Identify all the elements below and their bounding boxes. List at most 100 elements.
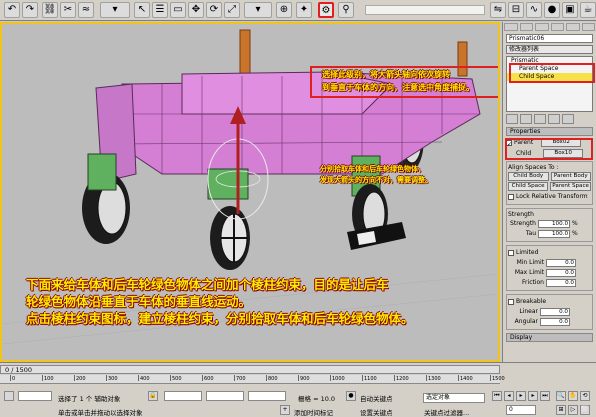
x-coordinate-field[interactable] — [164, 391, 202, 401]
track-bar[interactable]: 0 100 200 300 400 500 600 700 800 900 1000 1100 1200… — [0, 375, 505, 384]
filter-icon: ▾ — [112, 4, 118, 15]
next-frame-icon[interactable]: ▸ — [528, 391, 538, 401]
parent-child-highlight — [505, 138, 593, 160]
strength-spinner[interactable]: 100.0 — [538, 219, 570, 228]
tab-hierarchy[interactable] — [535, 23, 549, 31]
curve-editor-button[interactable]: ∿ — [526, 2, 542, 18]
main-line-2: 轮绿色物体沿垂直于车体的垂直线运动。 — [26, 294, 252, 309]
undo-icon: ↶ — [7, 4, 17, 15]
reference-coord-dropdown[interactable]: ▾ — [244, 2, 272, 18]
scale-icon: ⤢ — [228, 4, 236, 15]
child-body-button[interactable]: Child Body — [508, 172, 549, 181]
tab-utilities[interactable] — [581, 23, 595, 31]
bind-space-warp-button[interactable]: ≈ — [78, 2, 94, 18]
go-to-start-icon[interactable]: ⏮ — [492, 391, 502, 401]
add-time-tag-icon[interactable]: + — [280, 405, 290, 415]
manipulate-button[interactable]: ✦ — [296, 2, 312, 18]
show-end-result-button[interactable] — [520, 114, 532, 124]
track-bar-tick — [362, 375, 363, 381]
lock-relative-row: Lock Relative Transform — [508, 192, 591, 201]
current-frame-field[interactable]: 0 — [506, 405, 536, 415]
make-unique-button[interactable] — [534, 114, 546, 124]
maxscript-listener-button[interactable] — [4, 391, 14, 401]
child-space-button[interactable]: Child Space — [508, 182, 549, 191]
select-rotate-button[interactable]: ⟳ — [206, 2, 222, 18]
lock-relative-checkbox[interactable] — [508, 193, 514, 200]
maxscript-mini-listener[interactable] — [18, 391, 52, 401]
pan-icon[interactable]: ✋ — [568, 391, 578, 401]
maximize-viewport-icon[interactable]: ⬜ — [580, 405, 590, 415]
orbit-icon[interactable]: ⟲ — [580, 391, 590, 401]
zoom-icon[interactable]: 🔍 — [556, 391, 566, 401]
go-to-end-icon[interactable]: ⏭ — [540, 391, 550, 401]
note-mid-line-1: 分别拾取车体和后车轮绿色物体， — [320, 165, 425, 173]
set-key-button[interactable]: 设置关键点 — [360, 407, 393, 417]
track-bar-tick — [138, 375, 139, 381]
instruction-note-top: 选择此级别，将大箭头轴向依次旋转 到垂直于车体的方向，注意选中角度捕捉。 — [322, 68, 497, 94]
remove-modifier-button[interactable] — [548, 114, 560, 124]
material-editor-button[interactable]: ● — [544, 2, 560, 18]
modifier-stack[interactable]: Prismatic Parent Space Child Space — [506, 56, 595, 112]
pivot-button[interactable]: ⊕ — [276, 2, 292, 18]
y-coordinate-field[interactable] — [206, 391, 244, 401]
limited-checkbox[interactable] — [508, 249, 514, 256]
field-of-view-icon[interactable]: ▷ — [568, 405, 578, 415]
key-mode-dropdown[interactable]: 选定对象 — [423, 393, 485, 403]
time-slider[interactable]: 0 / 1500 — [0, 365, 500, 374]
z-coordinate-field[interactable] — [248, 391, 286, 401]
quick-render-button[interactable]: ☕ — [580, 2, 596, 18]
tab-modify[interactable] — [519, 23, 533, 31]
align-row-2: Child Space Parent Space — [508, 182, 591, 191]
selection-filter-dropdown[interactable]: ▾ — [100, 2, 130, 18]
tab-motion[interactable] — [550, 23, 564, 31]
lock-selection-icon[interactable]: 🔒 — [148, 391, 158, 401]
hinge-constraint-button[interactable]: ⚲ — [338, 2, 354, 18]
select-by-name-button[interactable]: ☰ — [152, 2, 168, 18]
tau-spinner[interactable]: 100.0 — [538, 229, 570, 238]
render-setup-button[interactable]: ▣ — [562, 2, 578, 18]
prismatic-constraint-button[interactable]: ⚙ — [318, 2, 334, 18]
parent-space-button[interactable]: Parent Space — [550, 182, 591, 191]
modifier-list-dropdown[interactable]: 修改器列表 — [506, 45, 593, 54]
named-selection-field[interactable] — [365, 5, 485, 15]
tab-display[interactable] — [566, 23, 580, 31]
track-bar-tick-label: 700 — [236, 376, 246, 382]
redo-button[interactable]: ↷ — [22, 2, 38, 18]
instruction-note-mid: 分别拾取车体和后车轮绿色物体， 发现大箭头的方向不对，需要调整。 — [320, 164, 490, 186]
parent-body-button[interactable]: Parent Body — [550, 172, 591, 181]
min-limit-spinner[interactable]: 0.0 — [546, 258, 576, 267]
key-filters-button[interactable]: 关键点过滤器... — [424, 407, 469, 417]
breakable-checkbox[interactable] — [508, 298, 514, 305]
mirror-button[interactable]: ⇋ — [490, 2, 506, 18]
prev-frame-icon[interactable]: ◂ — [504, 391, 514, 401]
undo-button[interactable]: ↶ — [4, 2, 20, 18]
tab-create[interactable] — [504, 23, 518, 31]
configure-sets-button[interactable] — [562, 114, 574, 124]
object-name-field[interactable]: Prismatic06 — [506, 34, 593, 43]
unlink-button[interactable]: ✂ — [60, 2, 76, 18]
track-bar-tick-label: 400 — [140, 376, 150, 382]
max-limit-spinner[interactable]: 0.0 — [546, 268, 576, 277]
auto-key-icon[interactable]: ● — [346, 391, 356, 401]
select-scale-button[interactable]: ⤢ — [224, 2, 240, 18]
select-object-button[interactable]: ↖ — [134, 2, 150, 18]
display-rollout[interactable]: Display — [506, 333, 593, 342]
properties-rollout[interactable]: Properties — [506, 127, 593, 136]
play-icon[interactable]: ▸ — [516, 391, 526, 401]
strength-group: Strength Strength 100.0 % Tau 100.0 % — [506, 208, 593, 242]
angular-spinner[interactable]: 0.0 — [540, 317, 570, 326]
perspective-viewport[interactable]: 选择此级别，将大箭头轴向依次旋转 到垂直于车体的方向，注意选中角度捕捉。 分别拾… — [0, 22, 500, 362]
select-region-button[interactable]: ▭ — [170, 2, 186, 18]
friction-spinner[interactable]: 0.0 — [546, 278, 576, 287]
select-link-button[interactable]: ⛓ — [42, 2, 58, 18]
zoom-all-icon[interactable]: ⊞ — [556, 405, 566, 415]
select-move-button[interactable]: ✥ — [188, 2, 204, 18]
auto-key-button[interactable]: 自动关键点 — [360, 393, 393, 403]
limited-group: Limited Min Limit 0.0 Max Limit 0.0 Fric… — [506, 245, 593, 291]
pin-stack-button[interactable] — [506, 114, 518, 124]
align-button[interactable]: ⊟ — [508, 2, 524, 18]
linear-spinner[interactable]: 0.0 — [540, 307, 570, 316]
track-bar-tick-label: 900 — [300, 376, 310, 382]
track-bar-tick — [234, 375, 235, 381]
add-time-tag-label[interactable]: 添加时间标记 — [294, 407, 333, 417]
